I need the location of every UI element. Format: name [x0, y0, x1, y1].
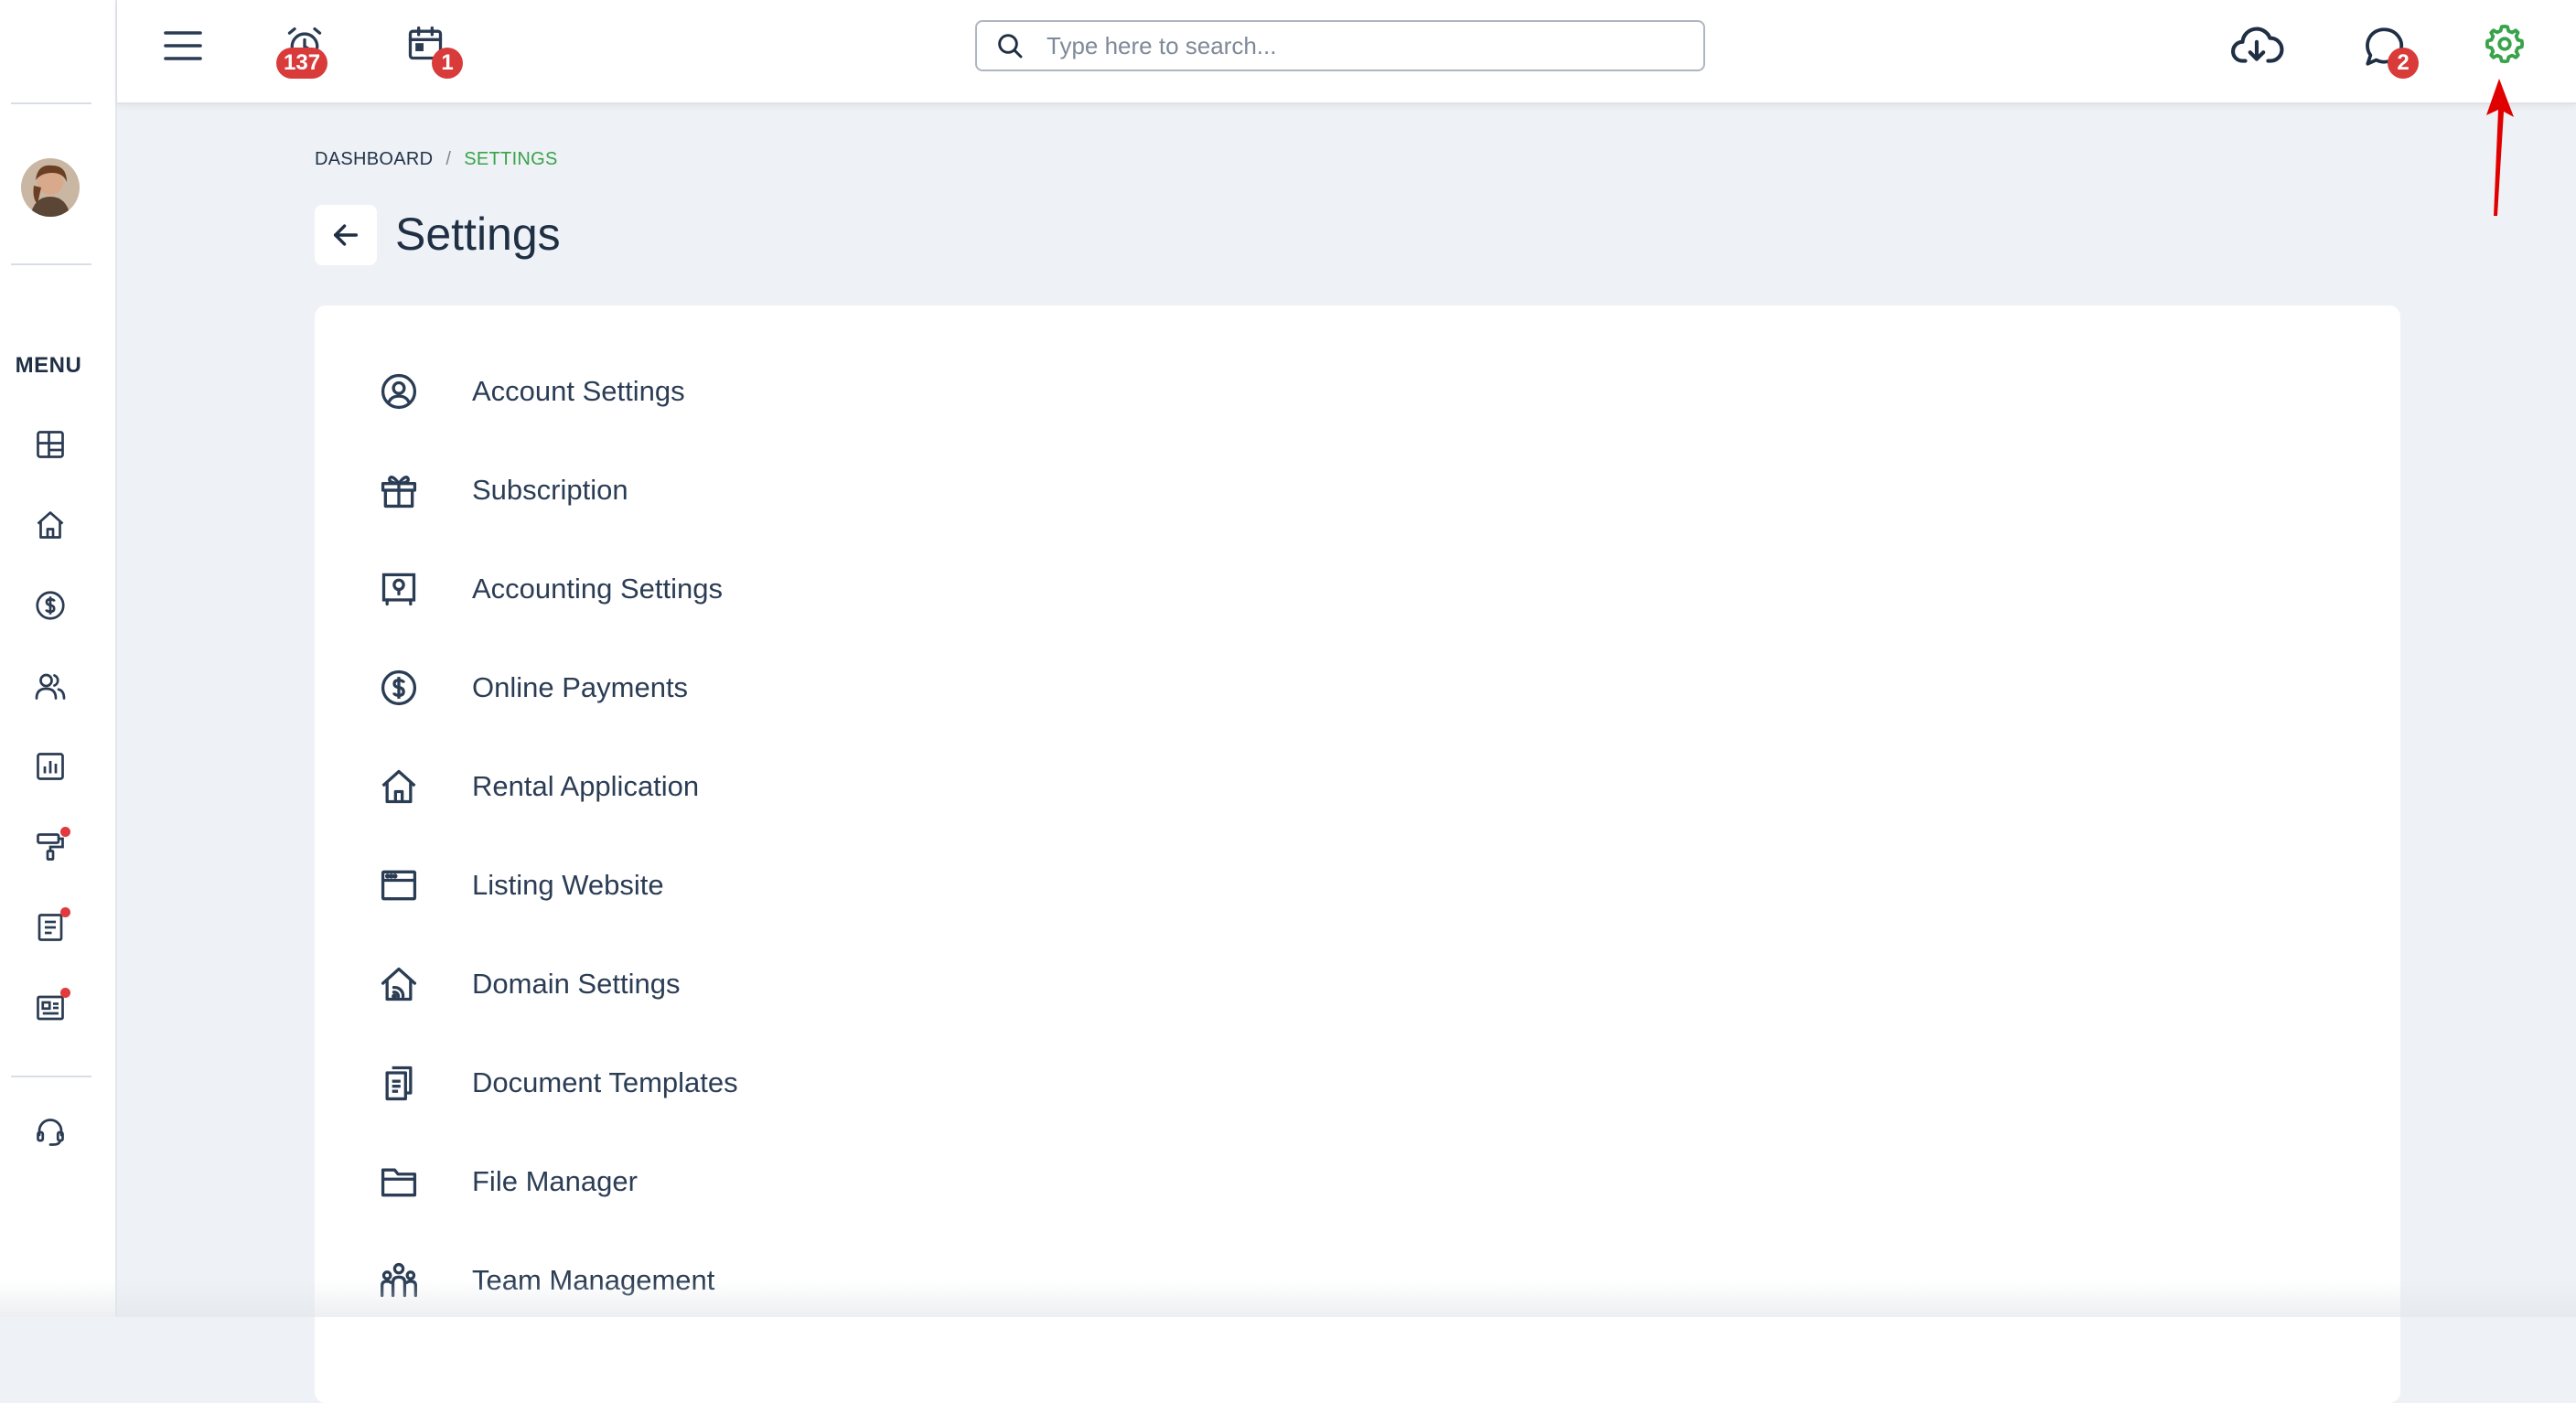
menu-label: MENU — [0, 353, 97, 379]
settings-item-team-management[interactable]: Team Management — [377, 1253, 1200, 1308]
settings-item-label: File Manager — [472, 1165, 638, 1198]
sidebar-item-people[interactable] — [28, 664, 72, 708]
download-button[interactable] — [2230, 20, 2285, 71]
house-signal-icon — [377, 962, 421, 1006]
settings-item-label: Domain Settings — [472, 968, 680, 1001]
annotation-arrow — [2477, 73, 2517, 220]
sidebar-item-support[interactable] — [28, 1110, 72, 1154]
sidebar-item-listings[interactable] — [28, 986, 72, 1030]
messages-badge: 2 — [2388, 48, 2419, 79]
settings-item-document-templates[interactable]: Document Templates — [377, 1055, 1200, 1110]
bar-chart-icon — [34, 750, 67, 783]
settings-item-subscription[interactable]: Subscription — [377, 463, 1200, 518]
sidebar-item-maintenance[interactable] — [28, 825, 72, 869]
team-icon — [377, 1258, 421, 1302]
notification-dot — [60, 907, 70, 917]
settings-card: Account Settings Subscription — [315, 305, 2400, 1403]
settings-item-file-manager[interactable]: File Manager — [377, 1154, 1200, 1209]
notification-dot — [60, 988, 70, 998]
page-title: Settings — [395, 207, 561, 262]
calendar-button[interactable]: 1 — [402, 20, 448, 66]
breadcrumb-dashboard[interactable]: DASHBOARD — [315, 149, 433, 169]
safe-icon — [377, 567, 421, 611]
user-circle-icon — [377, 369, 421, 413]
settings-item-account[interactable]: Account Settings — [377, 364, 1200, 419]
settings-item-domain-settings[interactable]: Domain Settings — [377, 957, 1200, 1012]
dollar-circle-icon — [377, 666, 421, 710]
menu-toggle-button[interactable] — [161, 24, 205, 68]
reminders-badge: 137 — [276, 48, 327, 79]
messages-button[interactable]: 2 — [2360, 22, 2410, 71]
home-icon — [34, 509, 67, 541]
calendar-badge: 1 — [432, 48, 463, 79]
documents-icon — [377, 1061, 421, 1105]
cloud-download-icon — [2231, 22, 2284, 70]
settings-item-rental-application[interactable]: Rental Application — [377, 759, 1200, 814]
settings-item-accounting[interactable]: Accounting Settings — [377, 562, 1200, 616]
sidebar-divider — [11, 102, 91, 104]
gear-icon — [2484, 23, 2526, 65]
dollar-circle-icon — [34, 589, 67, 622]
sidebar-divider — [11, 1076, 91, 1077]
settings-item-listing-website[interactable]: Listing Website — [377, 858, 1200, 913]
settings-item-label: Team Management — [472, 1264, 714, 1297]
sidebar-item-properties[interactable] — [28, 503, 72, 547]
sidebar-divider — [11, 263, 91, 265]
settings-item-label: Subscription — [472, 474, 628, 507]
users-icon — [34, 669, 67, 702]
avatar[interactable] — [21, 158, 80, 217]
dashboard-grid-icon — [34, 428, 67, 461]
sidebar-item-reports[interactable] — [28, 744, 72, 788]
settings-item-label: Online Payments — [472, 671, 688, 704]
headset-icon — [34, 1116, 67, 1149]
settings-item-label: Listing Website — [472, 869, 664, 902]
breadcrumb-current: SETTINGS — [464, 149, 557, 169]
browser-window-icon — [377, 863, 421, 907]
sidebar-item-leases[interactable] — [28, 905, 72, 949]
reminders-button[interactable]: 137 — [282, 22, 327, 68]
breadcrumb: DASHBOARD / SETTINGS — [315, 149, 558, 170]
search-input[interactable] — [1045, 31, 1689, 61]
sidebar-item-accounting[interactable] — [28, 584, 72, 627]
settings-item-online-payments[interactable]: Online Payments — [377, 660, 1200, 715]
topbar: 137 1 — [117, 0, 2576, 104]
house-icon — [377, 765, 421, 809]
settings-button[interactable] — [2481, 20, 2528, 68]
folder-icon — [377, 1160, 421, 1204]
settings-item-label: Account Settings — [472, 375, 685, 408]
settings-item-label: Accounting Settings — [472, 573, 723, 605]
search-bar[interactable] — [975, 20, 1705, 71]
sidebar-item-dashboard[interactable] — [28, 423, 72, 466]
back-button[interactable] — [315, 205, 377, 265]
gift-icon — [377, 468, 421, 512]
sidebar: MENU — [0, 0, 117, 1317]
hamburger-icon — [164, 29, 202, 62]
settings-item-label: Document Templates — [472, 1066, 738, 1099]
breadcrumb-separator: / — [445, 149, 451, 169]
settings-item-label: Rental Application — [472, 770, 699, 803]
arrow-left-icon — [330, 220, 361, 251]
search-icon — [995, 31, 1025, 60]
notification-dot — [60, 827, 70, 837]
